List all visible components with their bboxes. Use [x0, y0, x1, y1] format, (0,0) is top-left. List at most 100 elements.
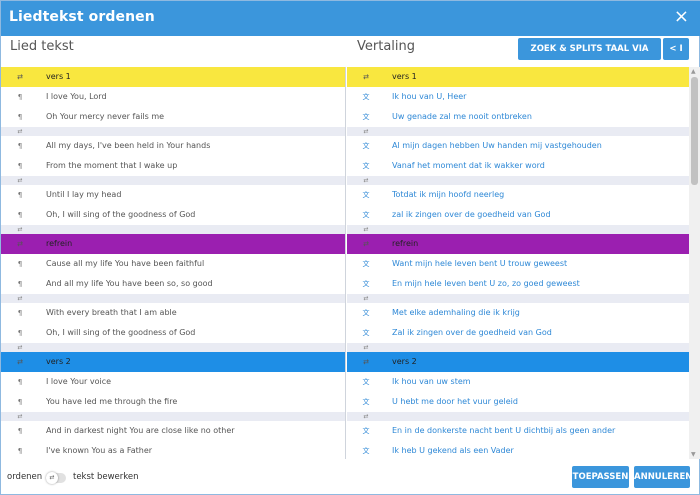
- paragraph-icon[interactable]: ¶: [15, 254, 25, 274]
- swap-icon[interactable]: ⇄: [15, 234, 25, 254]
- lyric-line-row[interactable]: ¶ All my days, I've been held in Your han…: [1, 136, 345, 156]
- section-header-row[interactable]: ⇄ vers 1: [347, 67, 690, 87]
- lyric-line-row[interactable]: ¶ And all my life You have been so, so go…: [1, 274, 345, 294]
- lyric-line-row[interactable]: ¶ Cause all my life You have been faithfu…: [1, 254, 345, 274]
- mode-toggle[interactable]: ⇄: [46, 472, 66, 484]
- translate-icon[interactable]: 文: [361, 392, 371, 412]
- lyric-line-row[interactable]: 文 Al mijn dagen hebben Uw handen mij vast…: [347, 136, 690, 156]
- lyric-line-row[interactable]: 文 Uw genade zal me nooit ontbreken: [347, 107, 690, 127]
- translate-icon[interactable]: 文: [361, 441, 371, 459]
- separator-row[interactable]: ⇄: [347, 176, 690, 185]
- swap-icon[interactable]: ⇄: [361, 294, 371, 303]
- swap-icon[interactable]: ⇄: [361, 234, 371, 254]
- separator-row[interactable]: ⇄: [1, 127, 345, 136]
- lyric-line-row[interactable]: ¶ Oh, I will sing of the goodness of God: [1, 323, 345, 343]
- paragraph-icon[interactable]: ¶: [15, 274, 25, 294]
- lyric-line-row[interactable]: ¶ From the moment that I wake up: [1, 156, 345, 176]
- paragraph-icon[interactable]: ¶: [15, 323, 25, 343]
- swap-icon[interactable]: ⇄: [15, 225, 25, 234]
- paragraph-icon[interactable]: ¶: [15, 303, 25, 323]
- swap-icon[interactable]: ⇄: [15, 127, 25, 136]
- deepl-split-button[interactable]: ZOEK & SPLITS TAAL VIA DEEPL: [518, 38, 661, 76]
- close-icon[interactable]: ×: [674, 7, 689, 27]
- separator-row[interactable]: ⇄: [347, 343, 690, 352]
- lyric-line-row[interactable]: ¶ I've known You as a Father: [1, 441, 345, 459]
- section-header-row[interactable]: ⇄ vers 1: [1, 67, 345, 87]
- lyric-line-row[interactable]: ¶ Until I lay my head: [1, 185, 345, 205]
- paragraph-icon[interactable]: ¶: [15, 87, 25, 107]
- lyric-line-row[interactable]: 文 Ik hou van uw stem: [347, 372, 690, 392]
- lyric-line-row[interactable]: 文 zal ik zingen over de goedheid van God: [347, 205, 690, 225]
- lyric-line-row[interactable]: 文 Want mijn hele leven bent U trouw gewee…: [347, 254, 690, 274]
- paragraph-icon[interactable]: ¶: [15, 392, 25, 412]
- translate-icon[interactable]: 文: [361, 421, 371, 441]
- separator-row[interactable]: ⇄: [1, 225, 345, 234]
- lyric-line-row[interactable]: 文 Ik hou van U, Heer: [347, 87, 690, 107]
- collapse-button[interactable]: < I: [663, 38, 689, 60]
- paragraph-icon[interactable]: ¶: [15, 136, 25, 156]
- lyric-line-row[interactable]: 文 Zal ik zingen over de goedheid van God: [347, 323, 690, 343]
- lyric-line-row[interactable]: ¶ I love You, Lord: [1, 87, 345, 107]
- separator-row[interactable]: ⇄: [347, 225, 690, 234]
- apply-button[interactable]: TOEPASSEN: [572, 466, 629, 488]
- lyric-line-row[interactable]: ¶ I love Your voice: [1, 372, 345, 392]
- separator-row[interactable]: ⇄: [1, 176, 345, 185]
- separator-row[interactable]: ⇄: [347, 412, 690, 421]
- lyric-line-row[interactable]: 文 Met elke ademhaling die ik krijg: [347, 303, 690, 323]
- swap-icon[interactable]: ⇄: [15, 67, 25, 87]
- lyric-line-row[interactable]: 文 Ik heb U gekend als een Vader: [347, 441, 690, 459]
- cancel-button[interactable]: ANNULEREN: [634, 466, 692, 488]
- swap-icon[interactable]: ⇄: [361, 225, 371, 234]
- translate-icon[interactable]: 文: [361, 156, 371, 176]
- swap-icon[interactable]: ⇄: [15, 294, 25, 303]
- lyric-line-row[interactable]: 文 En in de donkerste nacht bent U dichtbi…: [347, 421, 690, 441]
- swap-icon[interactable]: ⇄: [15, 343, 25, 352]
- paragraph-icon[interactable]: ¶: [15, 372, 25, 392]
- lyric-line-row[interactable]: 文 Vanaf het moment dat ik wakker word: [347, 156, 690, 176]
- section-header-row[interactable]: ⇄ vers 2: [1, 352, 345, 372]
- translate-icon[interactable]: 文: [361, 205, 371, 225]
- lyric-line-row[interactable]: 文 U hebt me door het vuur geleid: [347, 392, 690, 412]
- swap-icon[interactable]: ⇄: [15, 176, 25, 185]
- paragraph-icon[interactable]: ¶: [15, 421, 25, 441]
- swap-icon[interactable]: ⇄: [361, 67, 371, 87]
- scrollbar[interactable]: ▲ ▼: [689, 67, 700, 459]
- swap-icon[interactable]: ⇄: [361, 343, 371, 352]
- lyric-line-row[interactable]: ¶ And in darkest night You are close like…: [1, 421, 345, 441]
- paragraph-icon[interactable]: ¶: [15, 441, 25, 459]
- translate-icon[interactable]: 文: [361, 274, 371, 294]
- section-header-row[interactable]: ⇄ vers 2: [347, 352, 690, 372]
- paragraph-icon[interactable]: ¶: [15, 156, 25, 176]
- translate-icon[interactable]: 文: [361, 372, 371, 392]
- section-header-row[interactable]: ⇄ refrein: [1, 234, 345, 254]
- paragraph-icon[interactable]: ¶: [15, 205, 25, 225]
- swap-icon[interactable]: ⇄: [361, 176, 371, 185]
- separator-row[interactable]: ⇄: [1, 412, 345, 421]
- lyric-line-row[interactable]: ¶ With every breath that I am able: [1, 303, 345, 323]
- separator-row[interactable]: ⇄: [1, 343, 345, 352]
- paragraph-icon[interactable]: ¶: [15, 107, 25, 127]
- swap-icon[interactable]: ⇄: [361, 352, 371, 372]
- lyric-line-row[interactable]: 文 En mijn hele leven bent U zo, zo goed g…: [347, 274, 690, 294]
- translate-icon[interactable]: 文: [361, 185, 371, 205]
- swap-icon[interactable]: ⇄: [15, 352, 25, 372]
- separator-row[interactable]: ⇄: [347, 127, 690, 136]
- lyric-line-row[interactable]: ¶ You have led me through the fire: [1, 392, 345, 412]
- section-header-row[interactable]: ⇄ refrein: [347, 234, 690, 254]
- separator-row[interactable]: ⇄: [1, 294, 345, 303]
- translate-icon[interactable]: 文: [361, 254, 371, 274]
- scroll-up-icon[interactable]: ▲: [691, 68, 696, 75]
- scrollbar-thumb[interactable]: [691, 77, 698, 185]
- translate-icon[interactable]: 文: [361, 136, 371, 156]
- translate-icon[interactable]: 文: [361, 303, 371, 323]
- lyric-line-row[interactable]: ¶ Oh, I will sing of the goodness of God: [1, 205, 345, 225]
- swap-icon[interactable]: ⇄: [361, 127, 371, 136]
- lyric-line-row[interactable]: ¶ Oh Your mercy never fails me: [1, 107, 345, 127]
- translate-icon[interactable]: 文: [361, 87, 371, 107]
- swap-icon[interactable]: ⇄: [15, 412, 25, 421]
- paragraph-icon[interactable]: ¶: [15, 185, 25, 205]
- scroll-down-icon[interactable]: ▼: [691, 451, 696, 458]
- translate-icon[interactable]: 文: [361, 323, 371, 343]
- translate-icon[interactable]: 文: [361, 107, 371, 127]
- separator-row[interactable]: ⇄: [347, 294, 690, 303]
